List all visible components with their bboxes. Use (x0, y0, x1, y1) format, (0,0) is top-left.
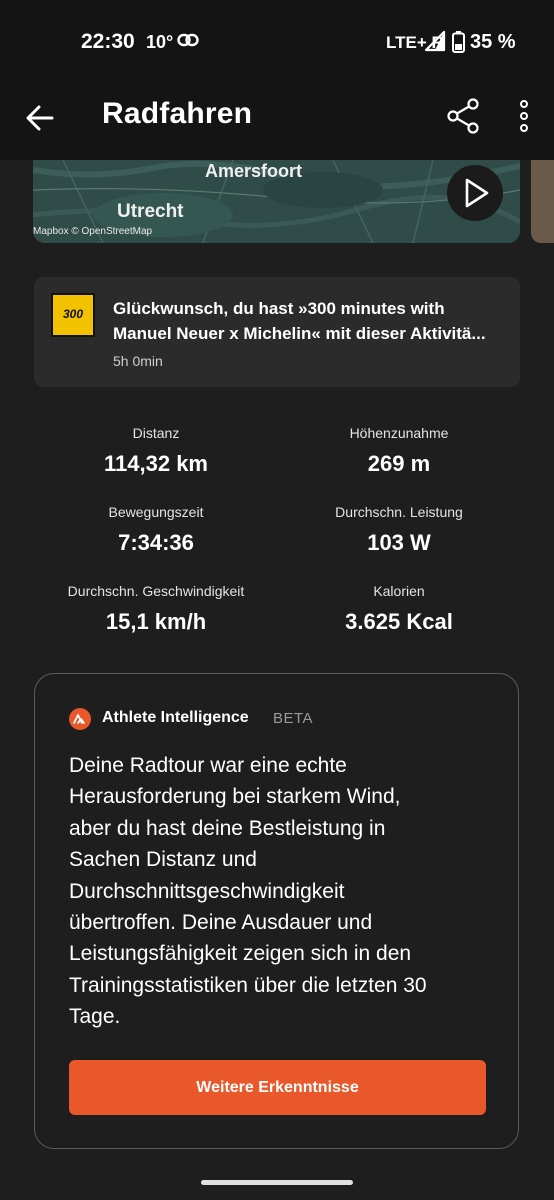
stat-value: 3.625 Kcal (345, 609, 453, 634)
status-time: 22:30 (81, 30, 135, 53)
text-line: Leistungsfähigkeit zeigen sich in den (69, 942, 412, 966)
signal-icon (424, 30, 446, 52)
achievement-line: Manuel Neuer x Michelin« mit dieser Akti… (113, 324, 486, 343)
text-line: Durchschnittsgeschwindigkeit (69, 879, 345, 903)
athlete-intelligence-text: Deine Radtour war eine echte Herausforde… (69, 750, 489, 1033)
athlete-intelligence-icon (69, 708, 91, 730)
achievement-text: Glückwunsch, du hast »300 minutes with M… (113, 296, 508, 346)
share-icon[interactable] (446, 98, 480, 134)
stat-value: 114,32 km (104, 451, 208, 476)
more-insights-button[interactable]: Weitere Erkenntnisse (69, 1060, 486, 1115)
stat-value: 15,1 km/h (105, 609, 207, 634)
play-button[interactable] (447, 165, 503, 221)
status-temperature: 10° (146, 32, 174, 52)
page-title: Radfahren (102, 97, 253, 130)
text-line: Deine Radtour war eine echte (69, 754, 347, 777)
map-attribution[interactable]: Mapbox © OpenStreetMap (33, 226, 152, 237)
stat-value: 269 m (367, 451, 431, 476)
status-bar: 22:30 10° LTE+ R 35 % (0, 0, 554, 88)
stat-label: Distanz (132, 425, 180, 441)
stat-distance: Distanz 114,32 km (26, 425, 286, 477)
achievement-line: Glückwunsch, du hast »300 minutes with (113, 299, 445, 318)
stat-value: 7:34:36 (118, 530, 194, 555)
achievement-time: 5h 0min (113, 353, 163, 369)
stat-calories: Kalorien 3.625 Kcal (269, 583, 529, 635)
text-line: Herausforderung bei starkem Wind, (69, 785, 401, 809)
beta-badge: BETA (273, 710, 314, 727)
stat-label: Höhenzunahme (349, 425, 449, 441)
map-label-city: Amersfoort (205, 161, 303, 181)
home-indicator[interactable] (201, 1180, 353, 1185)
athlete-intelligence-title: Athlete Intelligence (102, 709, 249, 726)
battery-icon (452, 31, 465, 53)
arrow-left-icon[interactable] (24, 102, 56, 134)
text-line: Trainingsstatistiken über die letzten 30 (69, 973, 427, 997)
challenge-badge: 300 (51, 293, 95, 337)
link-icon (177, 33, 199, 47)
text-line: übertroffen. Deine Ausdauer und (69, 911, 373, 935)
stat-label: Kalorien (373, 583, 425, 599)
stat-label: Bewegungszeit (108, 504, 204, 520)
badge-text: 300 (62, 307, 84, 321)
status-battery: 35 % (470, 31, 516, 53)
stat-avg-speed: Durchschn. Geschwindigkeit 15,1 km/h (26, 583, 286, 635)
map-label-city: Utrecht (117, 201, 184, 222)
athlete-intelligence-card: Athlete Intelligence BETA Deine Radtour … (34, 673, 519, 1149)
route-map[interactable]: Amersfoort Utrecht Mapbox © OpenStreetMa… (33, 160, 520, 243)
app-bar: Radfahren (0, 88, 554, 160)
text-line: aber du hast deine Bestleistung in (69, 816, 386, 840)
play-icon (465, 178, 489, 208)
photo-thumbnail[interactable] (531, 160, 554, 243)
stat-moving-time: Bewegungszeit 7:34:36 (26, 504, 286, 556)
stat-avg-power: Durchschn. Leistung 103 W (269, 504, 529, 556)
stat-elevation: Höhenzunahme 269 m (269, 425, 529, 477)
achievement-card[interactable]: 300 Glückwunsch, du hast »300 minutes wi… (34, 277, 520, 387)
stat-label: Durchschn. Geschwindigkeit (67, 583, 245, 599)
text-line: Tage. (69, 1005, 121, 1029)
more-vertical-icon[interactable] (512, 98, 536, 134)
text-line: Sachen Distanz und (69, 848, 257, 872)
stat-label: Durchschn. Leistung (335, 504, 463, 520)
stat-value: 103 W (367, 530, 431, 555)
